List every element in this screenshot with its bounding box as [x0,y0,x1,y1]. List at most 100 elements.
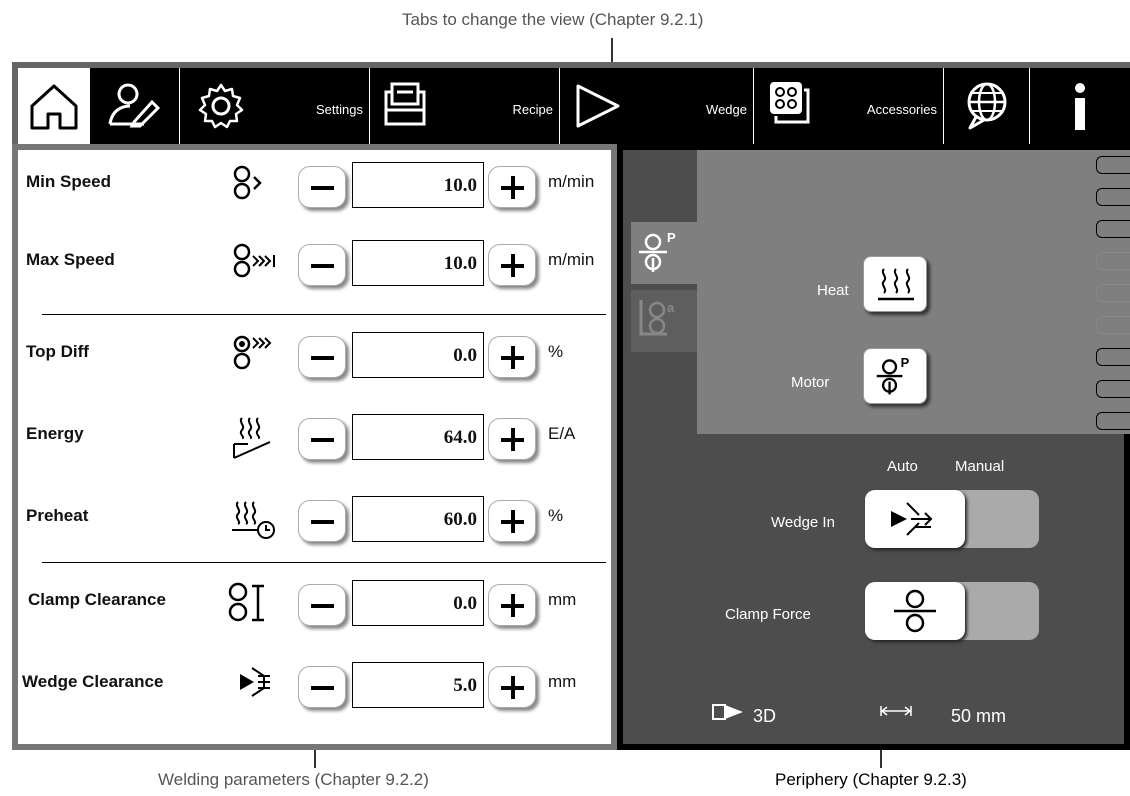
top-diff-value-field[interactable]: 0.0 [352,332,484,378]
clamp-rollers-icon [894,589,936,633]
callout-tabs: Tabs to change the view (Chapter 9.2.1) [402,10,704,29]
param-value: 0.0 [453,345,477,366]
info-icon [1075,83,1085,130]
clamp-clearance-value-field[interactable]: 0.0 [352,580,484,626]
param-row-min-speed: Min Speed 10.0 m/min [18,154,611,210]
wedge-clearance-minus-button[interactable] [298,666,346,708]
svg-text:P: P [901,355,910,370]
globe-icon [967,82,1007,130]
motor-button[interactable]: P [863,348,927,404]
wedge-icon [576,84,620,128]
param-label: Top Diff [26,342,89,361]
clamp-clearance-minus-button[interactable] [298,584,346,626]
wedge-in-toggle[interactable] [865,490,1039,548]
min-speed-icon [233,165,262,200]
preheat-value-field[interactable]: 60.0 [352,496,484,542]
callout-params: Welding parameters (Chapter 9.2.2) [158,770,429,789]
heat-button[interactable] [863,256,927,312]
param-label: Min Speed [26,172,112,191]
energy-icon [233,417,271,459]
top-diff-plus-button[interactable] [488,336,536,378]
top-diff-icon [233,335,272,370]
max-speed-icon [233,243,275,278]
clamp-force-label: Clamp Force [725,606,811,623]
energy-minus-button[interactable] [298,418,346,460]
preheat-icon [232,501,275,539]
param-value: 60.0 [443,509,477,530]
auto-label: Auto [887,458,918,475]
toggle-knob-auto [865,582,965,640]
param-unit: m/min [548,250,595,269]
tab-bar: Settings Recipe Wedge Accessories [12,62,1130,144]
preheat-minus-button[interactable] [298,500,346,542]
min-speed-plus-button[interactable] [488,166,536,208]
tab-home[interactable] [18,68,90,144]
energy-value-field[interactable]: 64.0 [352,414,484,460]
param-value: 0.0 [453,593,477,614]
tab-info[interactable] [1030,68,1130,144]
tab-wedge-label: Wedge [706,102,747,117]
clamp-clearance-icon [228,582,264,622]
home-icon [30,84,78,130]
mode-icon [712,704,743,720]
drive-roller-icon: P [876,355,910,395]
callout-line-params [314,750,316,768]
param-row-max-speed: Max Speed 10.0 m/min [18,232,611,288]
top-diff-minus-button[interactable] [298,336,346,378]
motor-label: Motor [791,374,830,391]
wedge-clearance-plus-button[interactable] [488,666,536,708]
tab-wedge[interactable]: Wedge [560,68,754,144]
tab-user[interactable] [90,68,180,144]
param-row-energy: Energy 64.0 E/A [18,406,611,462]
param-value: 10.0 [443,253,477,274]
drive-roller-icon: P [639,230,676,272]
manual-label: Manual [955,458,1005,475]
mode-value: 3D [753,706,777,726]
param-label: Wedge Clearance [22,672,164,691]
side-tab-pressure[interactable]: a [631,290,697,352]
tab-settings-label: Settings [316,102,363,117]
param-unit: mm [548,672,577,691]
heat-icon [878,268,914,301]
callout-periphery: Periphery (Chapter 9.2.3) [775,770,967,789]
max-speed-value-field[interactable]: 10.0 [352,240,484,286]
divider [42,562,606,563]
side-tab-drive[interactable]: P [631,222,697,284]
param-row-top-diff: Top Diff 0.0 % [18,324,611,380]
param-value: 5.0 [453,675,477,696]
divider [42,314,606,315]
tab-recipe[interactable]: Recipe [370,68,560,144]
param-label: Clamp Clearance [28,590,166,609]
welding-parameters-panel: Min Speed 10.0 m/min Max Speed 10.0 m/mi… [12,144,617,750]
slot [1096,412,1130,430]
pressure-roller-icon: a [639,300,675,336]
svg-text:a: a [667,300,675,315]
width-value: 50 mm [951,706,1007,726]
param-value: 10.0 [443,175,477,196]
wedge-in-label: Wedge In [771,514,835,531]
tab-language[interactable] [944,68,1030,144]
tab-settings[interactable]: Settings [180,68,370,144]
param-unit: % [548,506,564,525]
preheat-plus-button[interactable] [488,500,536,542]
min-speed-value-field[interactable]: 10.0 [352,162,484,208]
clamp-clearance-plus-button[interactable] [488,584,536,626]
param-row-clamp-clearance: Clamp Clearance 0.0 mm [18,572,611,628]
wedge-clearance-icon [240,667,270,697]
wedge-clearance-value-field[interactable]: 5.0 [352,662,484,708]
accessories-icon [770,82,810,124]
max-speed-minus-button[interactable] [298,244,346,286]
slot [1096,252,1130,270]
heat-label: Heat [817,282,849,299]
param-unit: % [548,342,564,361]
svg-text:P: P [667,230,676,245]
energy-plus-button[interactable] [488,418,536,460]
tab-accessories-label: Accessories [866,102,937,117]
param-unit: m/min [548,172,595,191]
min-speed-minus-button[interactable] [298,166,346,208]
callout-line-periphery [880,750,882,768]
slot [1096,188,1130,206]
clamp-force-toggle[interactable] [865,582,1039,640]
max-speed-plus-button[interactable] [488,244,536,286]
tab-accessories[interactable]: Accessories [754,68,944,144]
